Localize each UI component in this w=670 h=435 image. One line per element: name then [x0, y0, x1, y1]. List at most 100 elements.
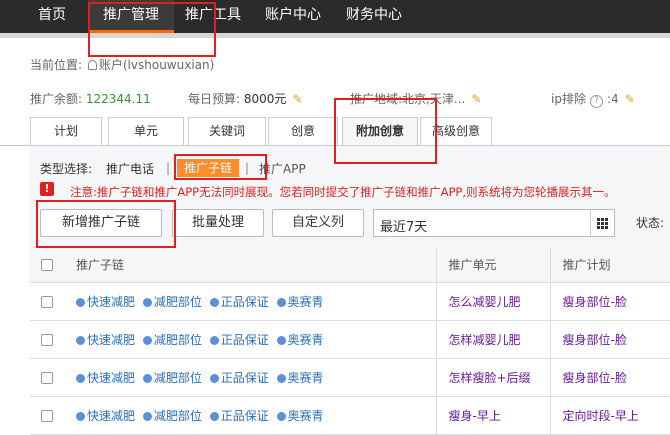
sublink[interactable]: 快速减肥 — [76, 333, 135, 347]
tab-advanced-creative[interactable]: 高级创意 — [420, 117, 492, 145]
region-value: 北京,天津... — [402, 92, 466, 106]
bullet-icon — [209, 335, 219, 345]
region-info: 推广地域:北京,天津... ✎ — [350, 91, 481, 107]
tab-plan[interactable]: 计划 — [30, 117, 102, 145]
type-option-phone[interactable]: 推广电话 — [106, 161, 154, 177]
top-nav: 首页 推广管理 推广工具 账户中心 财务中心 — [0, 0, 670, 33]
edit-ip-icon[interactable]: ✎ — [625, 91, 635, 107]
sublink[interactable]: 正品保证 — [209, 333, 269, 347]
tab-keyword[interactable]: 关键词 — [188, 117, 266, 145]
sublink[interactable]: 快速减肥 — [76, 371, 135, 385]
bullet-icon — [276, 411, 286, 421]
warning-text: 注意:推广子链和推广APP无法同时展现。您若同时提交了推广子链和推广APP,则系… — [70, 185, 616, 199]
bullet-icon — [209, 297, 219, 307]
sublink[interactable]: 奥赛青 — [276, 333, 324, 347]
header-sublink[interactable]: 推广子链 — [64, 248, 437, 283]
sublink[interactable]: 正品保证 — [209, 371, 269, 385]
sublink[interactable]: 快速减肥 — [76, 295, 135, 309]
batch-process-button[interactable]: 批量处理 — [172, 209, 264, 237]
nav-promotion-management[interactable]: 推广管理 — [88, 0, 174, 33]
bullet-icon — [76, 297, 85, 307]
table-row: 快速减肥 减肥部位 正品保证 奥赛青 怎样减婴儿肥 瘦身部位-脸 — [30, 320, 670, 359]
sublink[interactable]: 奥赛青 — [276, 371, 324, 385]
row-plan[interactable]: 瘦身部位-脸 — [550, 358, 670, 397]
add-sublink-button[interactable]: 新增推广子链 — [40, 209, 162, 237]
budget-info: 每日预算: 8000元 ✎ — [188, 91, 302, 107]
row-unit[interactable]: 怎么减婴儿肥 — [436, 282, 551, 321]
row-unit[interactable]: 瘦身-早上 — [436, 396, 551, 435]
breadcrumb-account[interactable]: 账户(lvshouwuxian) — [99, 58, 214, 72]
ip-value: :4 — [606, 92, 619, 106]
breadcrumb: 当前位置: 账户(lvshouwuxian) — [30, 56, 214, 73]
tab-unit[interactable]: 单元 — [108, 117, 184, 145]
user-icon — [87, 60, 97, 70]
nav-promotion-tools[interactable]: 推广工具 — [174, 0, 252, 33]
nav-account-center[interactable]: 账户中心 — [252, 0, 334, 33]
date-range-value: 最近7天 — [380, 220, 428, 235]
bullet-icon — [142, 373, 152, 383]
header-plan[interactable]: 推广计划 — [550, 248, 670, 283]
budget-label: 每日预算: — [188, 92, 241, 106]
sublink[interactable]: 快速减肥 — [76, 409, 135, 423]
type-option-sublink[interactable]: 推广子链 — [177, 159, 239, 177]
type-separator: | — [166, 161, 171, 175]
bullet-icon — [276, 373, 286, 383]
table-header-row: 推广子链 推广单元 推广计划 — [30, 248, 670, 283]
nav-shadow-bar — [0, 33, 670, 38]
row-checkbox[interactable] — [41, 295, 53, 308]
bullet-icon — [276, 297, 286, 307]
help-icon[interactable]: ? — [589, 95, 603, 108]
status-label: 状态: — [636, 216, 665, 230]
sublink[interactable]: 奥赛青 — [276, 295, 324, 309]
select-all-checkbox[interactable] — [41, 259, 53, 272]
sublink[interactable]: 减肥部位 — [142, 295, 202, 309]
type-separator: | — [245, 161, 250, 175]
type-select-label: 类型选择: — [40, 162, 93, 176]
bullet-icon — [76, 411, 85, 421]
tab-creative[interactable]: 创意 — [268, 117, 338, 145]
row-checkbox[interactable] — [41, 409, 53, 422]
nav-finance-center[interactable]: 财务中心 — [334, 0, 414, 33]
row-plan[interactable]: 瘦身部位-脸 — [550, 282, 670, 321]
tab-additional-creative[interactable]: 附加创意 — [342, 117, 418, 146]
grid-calendar-icon[interactable] — [590, 210, 614, 236]
type-option-app[interactable]: 推广APP — [259, 161, 306, 177]
bullet-icon — [142, 411, 152, 421]
sublink-table: 推广子链 推广单元 推广计划 快速减肥 减肥部位 正品保证 奥赛青 怎么减婴儿肥… — [30, 248, 670, 435]
row-checkbox[interactable] — [41, 371, 53, 384]
sublink[interactable]: 奥赛青 — [276, 409, 324, 423]
nav-home[interactable]: 首页 — [20, 0, 84, 33]
ip-label: ip排除 — [551, 92, 586, 106]
balance-info: 推广余额: 122344.11 — [30, 91, 151, 107]
budget-value: 8000元 — [243, 92, 287, 106]
bullet-icon — [76, 335, 85, 345]
header-unit[interactable]: 推广单元 — [436, 248, 551, 283]
sublink[interactable]: 正品保证 — [209, 295, 269, 309]
row-unit[interactable]: 怎样瘦脸+后缀 — [436, 358, 551, 397]
balance-label: 推广余额: — [30, 92, 83, 106]
bullet-icon — [209, 373, 219, 383]
row-unit[interactable]: 怎样减婴儿肥 — [436, 320, 551, 359]
region-label: 推广地域: — [350, 92, 403, 106]
bullet-icon — [276, 335, 286, 345]
row-plan[interactable]: 瘦身部位-脸 — [550, 320, 670, 359]
sublink[interactable]: 减肥部位 — [142, 333, 202, 347]
bullet-icon — [76, 373, 85, 383]
table-row: 快速减肥 减肥部位 正品保证 奥赛青 怎样瘦脸+后缀 瘦身部位-脸 — [30, 358, 670, 397]
warning-icon: ! — [40, 182, 54, 196]
bullet-icon — [142, 297, 152, 307]
table-row: 快速减肥 减肥部位 正品保证 奥赛青 怎么减婴儿肥 瘦身部位-脸 — [30, 282, 670, 321]
ip-exclusion-info: ip排除?:4 ✎ — [551, 91, 635, 108]
edit-region-icon[interactable]: ✎ — [471, 91, 481, 107]
balance-value: 122344.11 — [85, 92, 151, 106]
row-checkbox[interactable] — [41, 333, 53, 346]
bullet-icon — [209, 411, 219, 421]
custom-columns-button[interactable]: 自定义列 — [272, 209, 364, 237]
sublink[interactable]: 减肥部位 — [142, 371, 202, 385]
date-range-select[interactable]: 最近7天 — [373, 209, 615, 237]
edit-budget-icon[interactable]: ✎ — [292, 91, 302, 107]
row-plan[interactable]: 定向时段-早上 — [550, 396, 670, 435]
sublink[interactable]: 减肥部位 — [142, 409, 202, 423]
bullet-icon — [142, 335, 152, 345]
sublink[interactable]: 正品保证 — [209, 409, 269, 423]
